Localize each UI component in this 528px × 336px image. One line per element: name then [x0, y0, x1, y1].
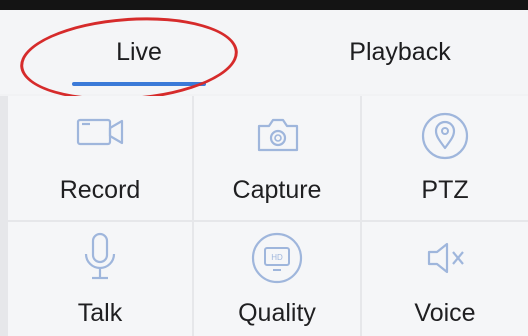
- speaker-muted-icon: [417, 234, 473, 282]
- microphone-icon: [76, 230, 124, 286]
- voice-button[interactable]: Voice: [362, 222, 528, 336]
- talk-button[interactable]: Talk: [8, 222, 192, 336]
- video-camera-icon: [68, 110, 132, 154]
- ptz-button[interactable]: PTZ: [362, 96, 528, 220]
- tab-playback[interactable]: Playback: [300, 10, 500, 94]
- ptz-label: PTZ: [421, 176, 469, 204]
- control-grid: Record Capture PTZ Talk HD Quality Voice: [0, 96, 528, 336]
- record-button[interactable]: Record: [8, 96, 192, 220]
- hd-quality-icon: HD: [249, 230, 305, 286]
- camera-icon: [245, 110, 309, 158]
- svg-text:HD: HD: [271, 253, 283, 262]
- tab-bar: Live Playback: [0, 10, 528, 108]
- talk-label: Talk: [77, 299, 123, 327]
- top-bar: [0, 0, 528, 10]
- record-label: Record: [59, 176, 141, 204]
- voice-label: Voice: [414, 299, 476, 327]
- quality-button[interactable]: HD Quality: [194, 222, 360, 336]
- quality-label: Quality: [238, 299, 316, 327]
- capture-button[interactable]: Capture: [194, 96, 360, 220]
- location-pin-icon: [417, 110, 473, 162]
- capture-label: Capture: [232, 176, 322, 204]
